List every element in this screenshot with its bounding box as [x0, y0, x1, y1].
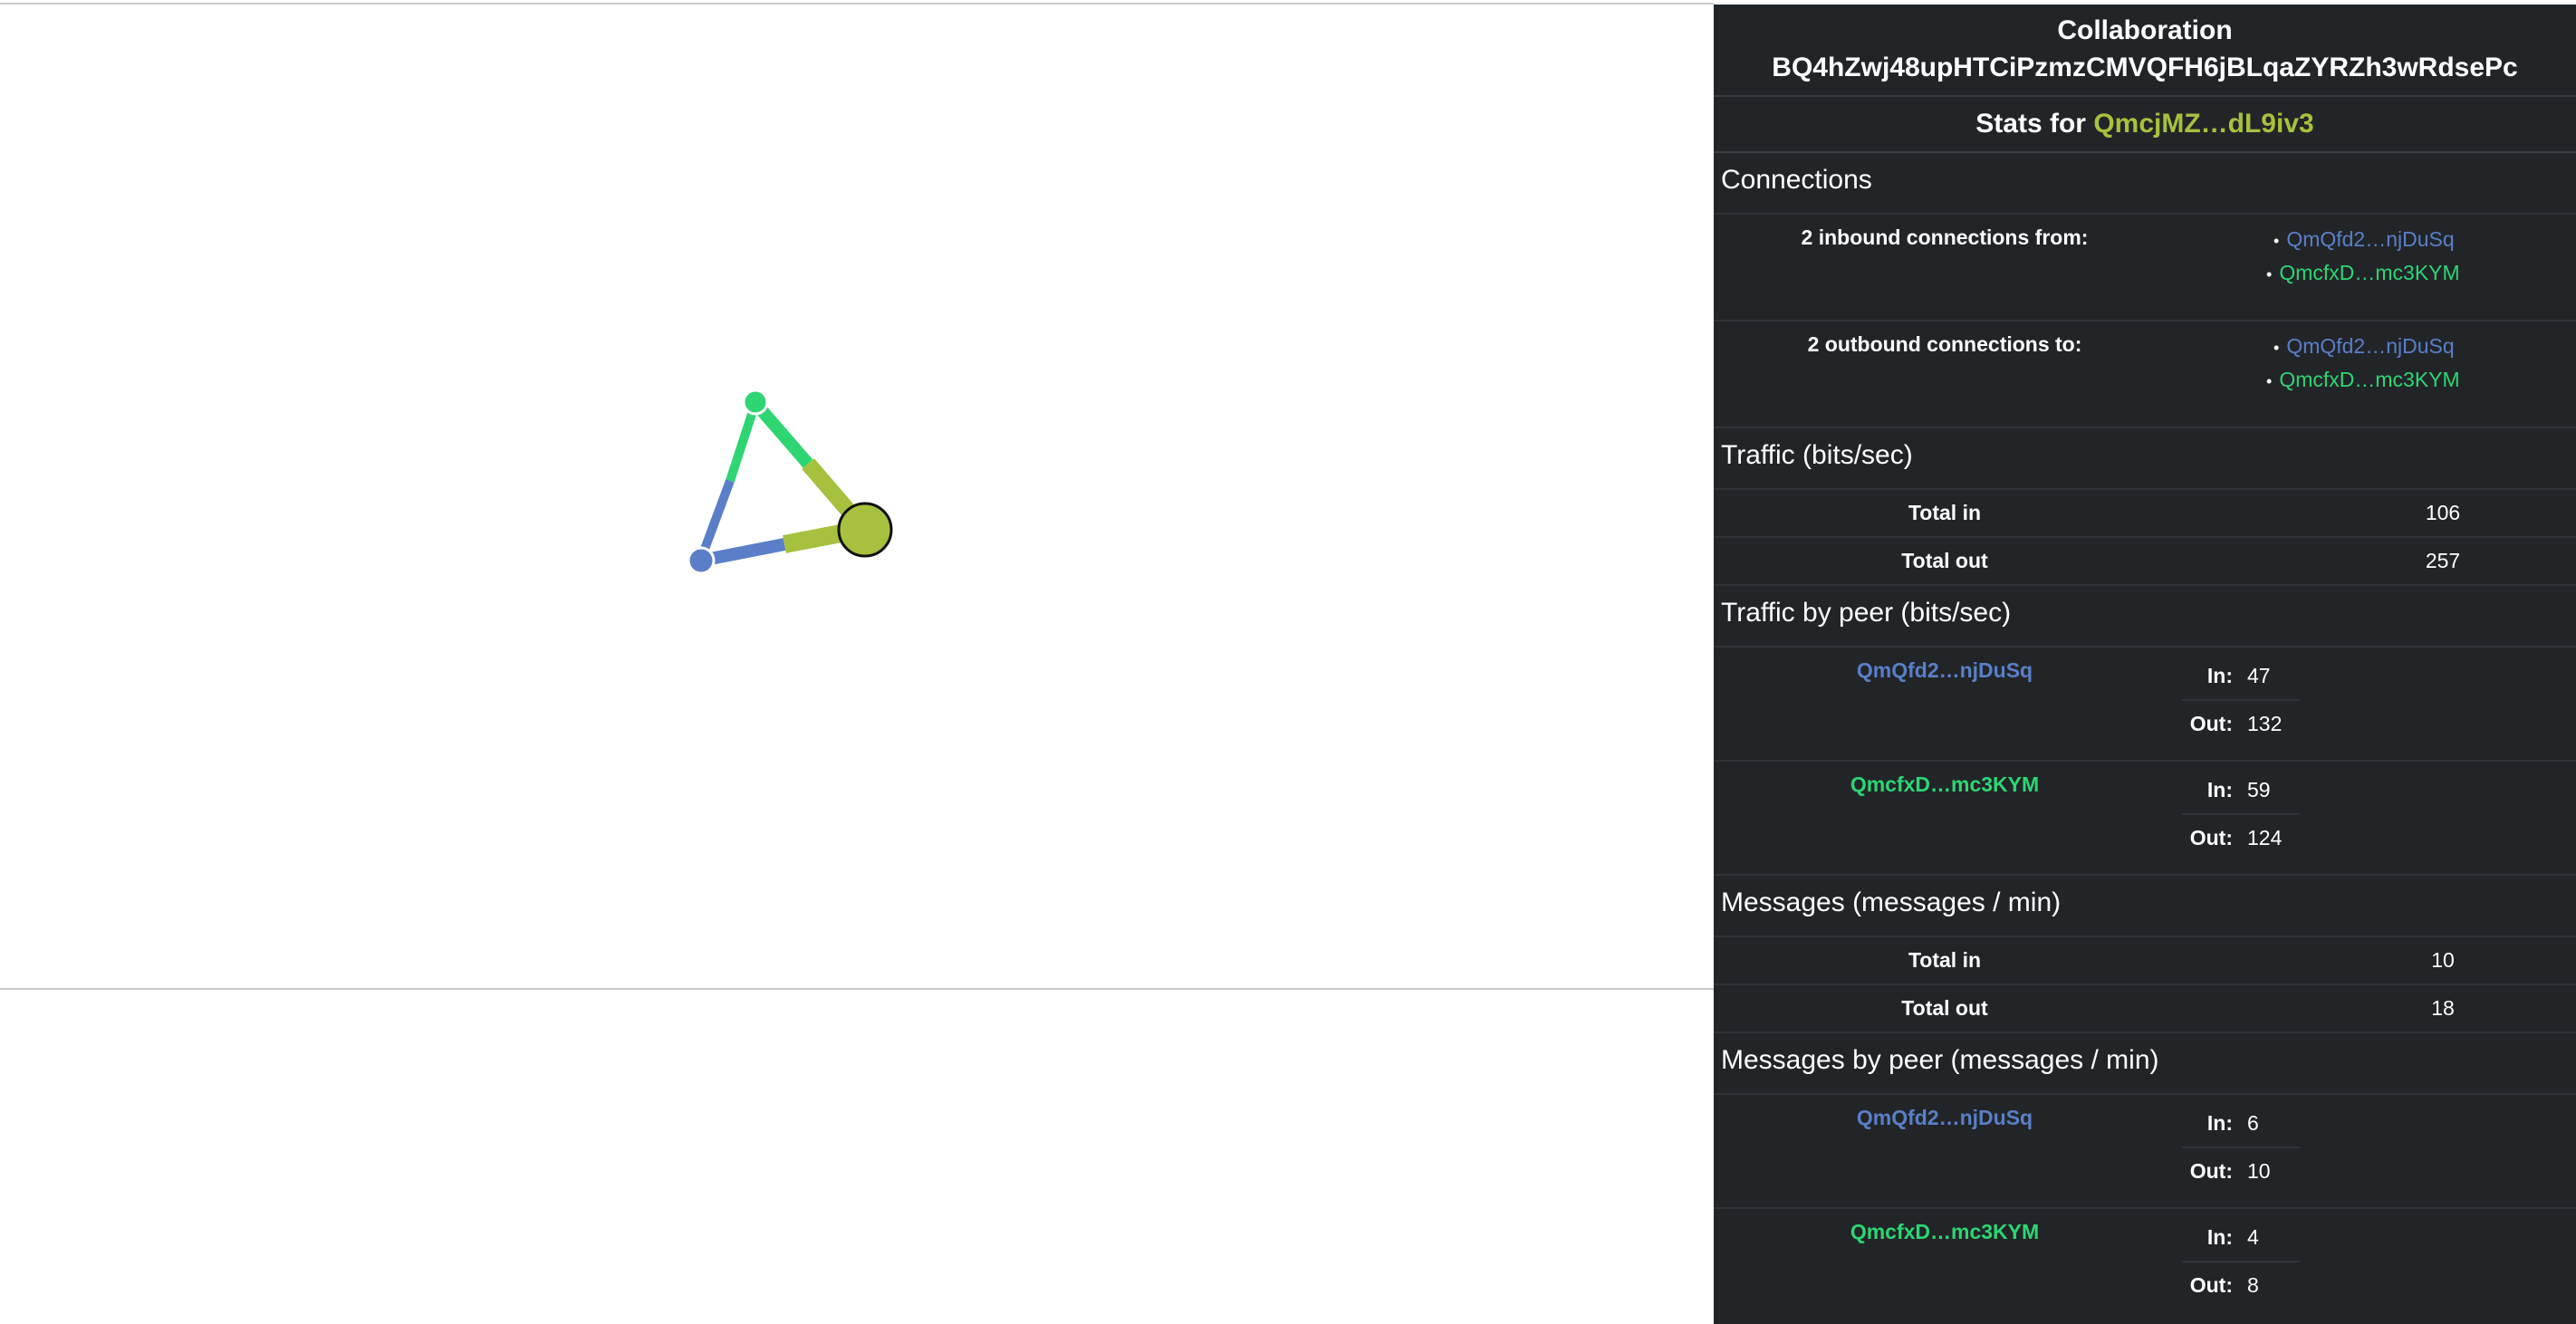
- out-label: Out:: [2189, 1159, 2233, 1183]
- in-value: 59: [2240, 767, 2300, 815]
- outbound-peer-1[interactable]: QmQfd2…njDuSq: [2273, 331, 2460, 364]
- in-value: 47: [2240, 653, 2300, 701]
- messages-peer-row: QmQfd2…njDuSq In: 6 Out: 10: [1714, 1095, 2576, 1209]
- inbound-peer-1[interactable]: QmQfd2…njDuSq: [2273, 224, 2460, 257]
- network-graph-canvas[interactable]: [0, 0, 1714, 1324]
- in-value: 4: [2240, 1214, 2300, 1262]
- peer-node-green[interactable]: [742, 389, 769, 416]
- messages-total-out-row: Total out 18: [1714, 985, 2576, 1033]
- collaboration-header: Collaboration BQ4hZwj48upHTCiPzmzCMVQFH6…: [1714, 5, 2576, 97]
- traffic-total-in-value: 106: [2425, 501, 2461, 524]
- outbound-connections-row: 2 outbound connections to: QmQfd2…njDuSq…: [1714, 321, 2576, 428]
- traffic-by-peer-title: Traffic by peer (bits/sec): [1714, 586, 2576, 648]
- traffic-peer-name[interactable]: QmcfxD…mc3KYM: [1714, 772, 2176, 797]
- traffic-title: Traffic (bits/sec): [1714, 428, 2576, 490]
- messages-peer-name[interactable]: QmQfd2…njDuSq: [1714, 1106, 2176, 1130]
- inbound-connections-row: 2 inbound connections from: QmQfd2…njDuS…: [1714, 215, 2576, 321]
- outbound-peer-2[interactable]: QmcfxD…mc3KYM: [2266, 364, 2459, 398]
- stats-for-header: Stats for QmcjMZ…dL9iv3: [1714, 97, 2576, 153]
- in-label: In:: [2182, 767, 2240, 815]
- edge-blue-to-green: [697, 479, 735, 561]
- traffic-total-in-row: Total in 106: [1714, 490, 2576, 538]
- out-value: 8: [2247, 1273, 2259, 1297]
- out-value: 124: [2247, 826, 2283, 849]
- messages-total-in-label: Total in: [1908, 948, 1982, 972]
- middle-divider: [0, 988, 1714, 990]
- outbound-list: QmQfd2…njDuSq QmcfxD…mc3KYM: [2266, 331, 2460, 398]
- traffic-total-out-value: 257: [2425, 549, 2461, 572]
- traffic-peer-row: QmcfxD…mc3KYM In: 59 Out: 124: [1714, 762, 2576, 876]
- out-label: Out:: [2189, 1273, 2233, 1297]
- messages-peer-table: In: 6 Out: 10: [2182, 1100, 2300, 1194]
- out-label: Out:: [2189, 826, 2233, 849]
- messages-title: Messages (messages / min): [1714, 876, 2576, 937]
- stats-for-label: Stats for: [1975, 109, 2086, 139]
- stats-for-peer: QmcjMZ…dL9iv3: [2093, 109, 2314, 139]
- messages-by-peer-title: Messages by peer (messages / min): [1714, 1033, 2576, 1095]
- out-label: Out:: [2189, 712, 2233, 735]
- peer-node-self-olive[interactable]: [837, 502, 893, 558]
- traffic-peer-table: In: 59 Out: 124: [2182, 767, 2300, 861]
- collaboration-id: BQ4hZwj48upHTCiPzmzCMVQFH6jBLqaZYRZh3wRd…: [1772, 53, 2518, 82]
- inbound-list: QmQfd2…njDuSq QmcfxD…mc3KYM: [2266, 224, 2460, 291]
- traffic-total-out-row: Total out 257: [1714, 538, 2576, 586]
- connections-title: Connections: [1714, 153, 2576, 215]
- out-value: 132: [2247, 712, 2283, 735]
- messages-total-in-row: Total in 10: [1714, 937, 2576, 985]
- in-value: 6: [2240, 1100, 2300, 1148]
- in-label: In:: [2182, 1214, 2240, 1262]
- out-value: 10: [2247, 1159, 2271, 1183]
- traffic-total-in-label: Total in: [1908, 501, 1982, 524]
- in-label: In:: [2182, 1100, 2240, 1148]
- outbound-label: 2 outbound connections to:: [1807, 332, 2082, 356]
- traffic-peer-table: In: 47 Out: 132: [2182, 653, 2300, 747]
- traffic-peer-row: QmQfd2…njDuSq In: 47 Out: 132: [1714, 648, 2576, 762]
- inbound-peer-2[interactable]: QmcfxD…mc3KYM: [2266, 257, 2459, 291]
- edge-green-to-blue: [726, 401, 760, 483]
- messages-total-in-value: 10: [2431, 948, 2455, 972]
- messages-total-out-value: 18: [2431, 996, 2455, 1020]
- network-graph[interactable]: [0, 0, 1714, 1324]
- inbound-label: 2 inbound connections from:: [1801, 225, 2089, 249]
- messages-peer-table: In: 4 Out: 8: [2182, 1214, 2300, 1309]
- stats-panel: Collaboration BQ4hZwj48upHTCiPzmzCMVQFH6…: [1714, 5, 2576, 1324]
- messages-peer-row: QmcfxD…mc3KYM In: 4 Out: 8: [1714, 1209, 2576, 1321]
- traffic-peer-name[interactable]: QmQfd2…njDuSq: [1714, 658, 2176, 683]
- in-label: In:: [2182, 653, 2240, 701]
- messages-total-out-label: Total out: [1901, 996, 1988, 1020]
- peer-node-blue[interactable]: [687, 546, 716, 575]
- traffic-total-out-label: Total out: [1901, 549, 1988, 572]
- messages-peer-name[interactable]: QmcfxD…mc3KYM: [1714, 1220, 2176, 1244]
- collaboration-label: Collaboration: [2057, 15, 2233, 45]
